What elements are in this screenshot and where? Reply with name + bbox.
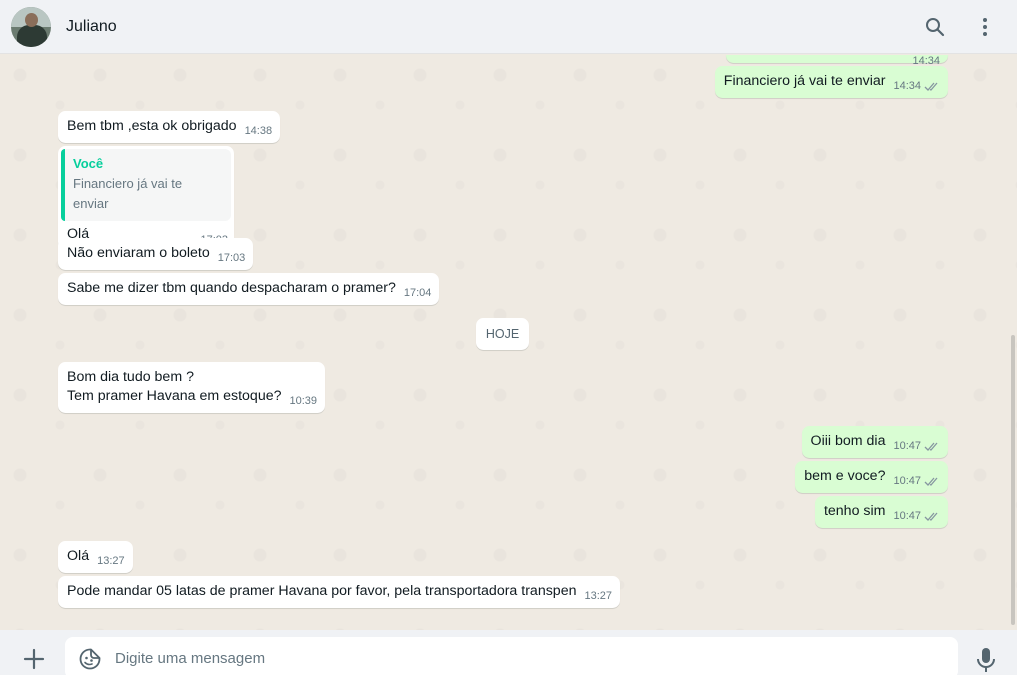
quoted-message[interactable]: Você Financiero já vai te enviar [61, 149, 231, 221]
read-ticks-icon [924, 81, 940, 92]
chat-scrollbar[interactable] [1011, 335, 1015, 625]
message-text-line: Bom dia tudo bem ? [67, 369, 194, 385]
message-incoming[interactable]: Pode mandar 05 latas de pramer Havana po… [58, 576, 621, 608]
compose-bar [0, 630, 1017, 675]
message-incoming-reply[interactable]: Você Financiero já vai te enviar Olá 17:… [58, 146, 234, 249]
message-time: 14:38 [244, 125, 273, 137]
read-ticks-icon [924, 441, 940, 452]
read-ticks-icon [924, 476, 940, 487]
message-time: 10:39 [289, 395, 318, 407]
message-incoming[interactable]: Bom dia tudo bem ? Tem pramer Havana em … [58, 362, 326, 413]
message-text: Financiero já vai te enviar [723, 73, 886, 89]
message-outgoing[interactable]: Oiii bom dia 10:47 [801, 426, 948, 458]
message-list[interactable]: 14:34 Financiero já vai te enviar 14:34 B… [0, 55, 1017, 630]
day-separator: HOJE [476, 318, 529, 350]
contact-name[interactable]: Juliano [66, 18, 117, 36]
message-text: bem e voce? [804, 468, 886, 484]
message-input-box[interactable] [65, 637, 958, 675]
message-outgoing[interactable]: tenho sim 10:47 [814, 496, 948, 528]
message-text: Oiii bom dia [810, 433, 886, 449]
message-incoming[interactable]: Sabe me dizer tbm quando despacharam o p… [58, 273, 440, 305]
search-icon [926, 18, 945, 37]
message-time: 17:03 [217, 252, 246, 264]
message-text: Pode mandar 05 latas de pramer Havana po… [67, 583, 577, 599]
sticker-icon[interactable] [79, 648, 101, 670]
message-time: 13:27 [584, 590, 613, 602]
microphone-icon [977, 648, 995, 672]
plus-icon [23, 648, 45, 670]
message-incoming[interactable]: Não enviaram o boleto 17:03 [58, 238, 254, 270]
message-text: Sabe me dizer tbm quando despacharam o p… [67, 280, 396, 296]
message-outgoing[interactable]: Financiero já vai te enviar 14:34 [714, 66, 948, 98]
message-time: 17:04 [403, 287, 432, 299]
avatar[interactable] [11, 6, 51, 47]
message-text-line: Tem pramer Havana em estoque? [67, 388, 282, 404]
message-incoming[interactable]: Olá 13:27 [58, 541, 133, 573]
attach-button[interactable] [20, 644, 48, 672]
message-outgoing-partial[interactable]: 14:34 [726, 55, 948, 67]
message-input[interactable] [115, 637, 935, 675]
message-incoming[interactable]: Bem tbm ,esta ok obrigado 14:38 [58, 111, 281, 143]
message-text: Não enviaram o boleto [67, 245, 210, 261]
message-text: Olá [67, 548, 90, 564]
menu-dots-icon [983, 18, 987, 36]
quote-text: Financiero já vai te enviar [73, 176, 183, 211]
message-time: 10:47 [893, 475, 921, 487]
message-text: tenho sim [823, 503, 886, 519]
message-text: Bem tbm ,esta ok obrigado [67, 118, 237, 134]
message-time: 10:47 [893, 510, 921, 522]
menu-button[interactable] [965, 7, 1005, 47]
read-ticks-icon [924, 511, 940, 522]
voice-message-button[interactable] [975, 647, 997, 673]
quote-author: Você [73, 156, 104, 171]
message-time: 10:47 [893, 440, 921, 452]
search-button[interactable] [915, 7, 955, 47]
message-time: 14:34 [893, 80, 921, 92]
chat-header: Juliano [0, 0, 1017, 54]
message-time: 13:27 [97, 555, 125, 567]
message-outgoing[interactable]: bem e voce? 10:47 [795, 461, 948, 493]
